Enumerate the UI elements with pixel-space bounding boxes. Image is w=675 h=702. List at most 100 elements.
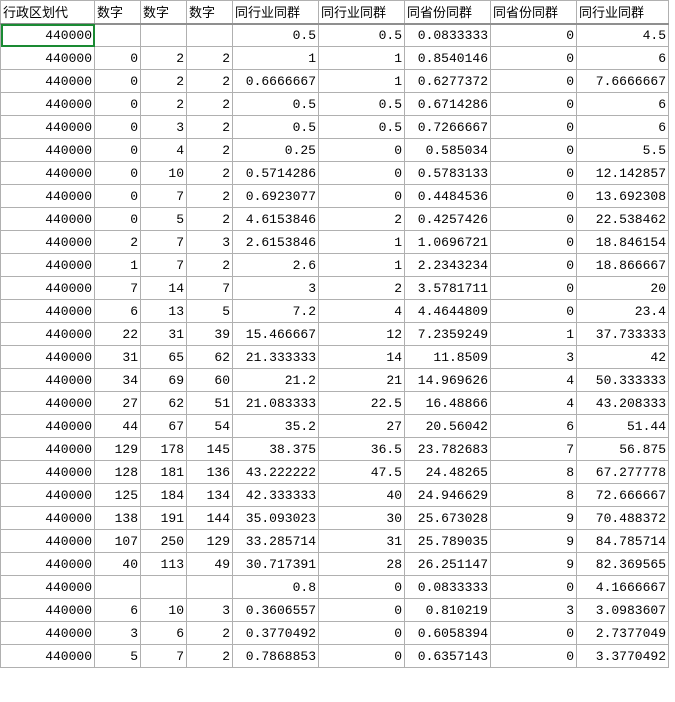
- cell[interactable]: 56.875: [577, 438, 669, 461]
- cell[interactable]: 5: [187, 300, 233, 323]
- cell[interactable]: 5: [95, 645, 141, 668]
- cell[interactable]: 18.846154: [577, 231, 669, 254]
- cell[interactable]: 67: [141, 415, 187, 438]
- cell[interactable]: 0: [491, 645, 577, 668]
- cell[interactable]: 28: [319, 553, 405, 576]
- cell[interactable]: 2.6: [233, 254, 319, 277]
- cell[interactable]: 136: [187, 461, 233, 484]
- cell[interactable]: 440000: [1, 461, 95, 484]
- cell[interactable]: 13: [141, 300, 187, 323]
- cell[interactable]: 4: [319, 300, 405, 323]
- cell[interactable]: 50.333333: [577, 369, 669, 392]
- cell[interactable]: 125: [95, 484, 141, 507]
- cell[interactable]: 34: [95, 369, 141, 392]
- cell[interactable]: 33.285714: [233, 530, 319, 553]
- cell[interactable]: 440000: [1, 346, 95, 369]
- cell[interactable]: 184: [141, 484, 187, 507]
- cell[interactable]: 2: [187, 162, 233, 185]
- cell[interactable]: 0.6923077: [233, 185, 319, 208]
- cell[interactable]: 0: [319, 185, 405, 208]
- cell[interactable]: 0.5: [319, 116, 405, 139]
- cell[interactable]: 0.5: [233, 116, 319, 139]
- cell[interactable]: 1: [319, 231, 405, 254]
- cell[interactable]: 54: [187, 415, 233, 438]
- cell[interactable]: 0: [491, 70, 577, 93]
- cell[interactable]: 62: [187, 346, 233, 369]
- cell[interactable]: [141, 24, 187, 47]
- cell[interactable]: 0: [491, 300, 577, 323]
- cell[interactable]: 2.2343234: [405, 254, 491, 277]
- cell[interactable]: 0.0833333: [405, 576, 491, 599]
- cell[interactable]: 440000: [1, 323, 95, 346]
- cell[interactable]: 0: [491, 24, 577, 47]
- cell[interactable]: [141, 576, 187, 599]
- cell[interactable]: 181: [141, 461, 187, 484]
- column-header[interactable]: 同行业同群: [319, 1, 405, 24]
- cell[interactable]: 0: [95, 185, 141, 208]
- cell[interactable]: 2: [187, 139, 233, 162]
- cell[interactable]: 0: [491, 208, 577, 231]
- cell[interactable]: 37.733333: [577, 323, 669, 346]
- cell[interactable]: 25.789035: [405, 530, 491, 553]
- cell[interactable]: 7.2359249: [405, 323, 491, 346]
- cell[interactable]: 22: [95, 323, 141, 346]
- cell[interactable]: 4.4644809: [405, 300, 491, 323]
- cell[interactable]: 0: [491, 116, 577, 139]
- cell[interactable]: 22.538462: [577, 208, 669, 231]
- cell[interactable]: 38.375: [233, 438, 319, 461]
- cell[interactable]: 20.56042: [405, 415, 491, 438]
- cell[interactable]: 1.0696721: [405, 231, 491, 254]
- cell[interactable]: 250: [141, 530, 187, 553]
- cell[interactable]: [187, 24, 233, 47]
- cell[interactable]: 4.5: [577, 24, 669, 47]
- cell[interactable]: 440000: [1, 369, 95, 392]
- cell[interactable]: 0: [491, 93, 577, 116]
- cell[interactable]: 82.369565: [577, 553, 669, 576]
- cell[interactable]: 0.5: [233, 93, 319, 116]
- cell[interactable]: 2.7377049: [577, 622, 669, 645]
- cell[interactable]: 31: [319, 530, 405, 553]
- cell[interactable]: 129: [95, 438, 141, 461]
- cell[interactable]: 3.3770492: [577, 645, 669, 668]
- cell[interactable]: 2: [319, 277, 405, 300]
- cell[interactable]: 7: [141, 645, 187, 668]
- cell[interactable]: 30: [319, 507, 405, 530]
- cell[interactable]: 24.48265: [405, 461, 491, 484]
- cell[interactable]: 0: [491, 277, 577, 300]
- cell[interactable]: 6: [577, 116, 669, 139]
- cell[interactable]: 0.0833333: [405, 24, 491, 47]
- cell[interactable]: 440000: [1, 530, 95, 553]
- cell[interactable]: 31: [141, 323, 187, 346]
- cell[interactable]: 24.946629: [405, 484, 491, 507]
- cell[interactable]: 0.810219: [405, 599, 491, 622]
- cell[interactable]: 62: [141, 392, 187, 415]
- cell[interactable]: 65: [141, 346, 187, 369]
- cell[interactable]: 20: [577, 277, 669, 300]
- cell[interactable]: 2: [319, 208, 405, 231]
- cell[interactable]: 440000: [1, 162, 95, 185]
- cell[interactable]: 3: [141, 116, 187, 139]
- cell[interactable]: 14: [319, 346, 405, 369]
- cell[interactable]: 7: [141, 231, 187, 254]
- cell[interactable]: 21: [319, 369, 405, 392]
- cell[interactable]: 0.8: [233, 576, 319, 599]
- column-header[interactable]: 数字: [187, 1, 233, 24]
- cell[interactable]: 27: [95, 392, 141, 415]
- cell[interactable]: 26.251147: [405, 553, 491, 576]
- cell[interactable]: 0.3770492: [233, 622, 319, 645]
- cell[interactable]: 12.142857: [577, 162, 669, 185]
- cell[interactable]: 0: [95, 93, 141, 116]
- cell[interactable]: 72.666667: [577, 484, 669, 507]
- cell[interactable]: 0: [491, 47, 577, 70]
- cell[interactable]: 0.6058394: [405, 622, 491, 645]
- column-header[interactable]: 数字: [95, 1, 141, 24]
- cell[interactable]: 35.093023: [233, 507, 319, 530]
- cell[interactable]: 16.48866: [405, 392, 491, 415]
- cell[interactable]: 69: [141, 369, 187, 392]
- cell[interactable]: 7.2: [233, 300, 319, 323]
- cell[interactable]: 7: [141, 254, 187, 277]
- cell[interactable]: 0.7266667: [405, 116, 491, 139]
- cell[interactable]: 42.333333: [233, 484, 319, 507]
- cell[interactable]: 440000: [1, 93, 95, 116]
- cell[interactable]: 12: [319, 323, 405, 346]
